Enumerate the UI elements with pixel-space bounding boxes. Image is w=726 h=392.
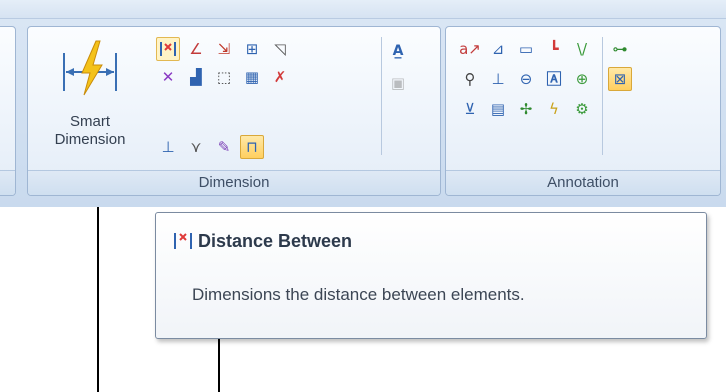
callout-button[interactable]: a↗ (458, 37, 482, 61)
ribbon-group-dimension: Smart Dimension ∠ ⇲ ⊞ ◹ ✕ ▟ ⬚ ▦ ✗ ⊥ ⋎ ✎ … (27, 26, 441, 196)
datum-target-button[interactable]: ⊖ (514, 67, 538, 91)
balloon-icon: ⊿ (491, 39, 505, 58)
baseline-dimension-button[interactable]: ⊥ (156, 135, 180, 159)
ribbon-group-previous (0, 26, 16, 196)
point-dimension-icon: ⬚ (216, 67, 232, 86)
datum-target-icon: ⊖ (519, 69, 533, 88)
chamfer-dimension-icon: ◹ (274, 39, 286, 58)
annotation-group-label: Annotation (446, 170, 720, 195)
baseline-dimension-icon: ⊥ (161, 137, 175, 156)
cutting-plane-button[interactable]: ⊠ (608, 67, 632, 91)
chain-dimension-icon: ▦ (244, 67, 260, 86)
balloon-button[interactable]: ⊿ (486, 37, 510, 61)
chain-dimension-button[interactable]: ▦ (240, 65, 264, 89)
angle-dimension-icon: ∠ (189, 39, 203, 58)
symmetric-dimension-button[interactable]: ⋎ (184, 135, 208, 159)
coordinate-dimension-button[interactable]: ⊞ (240, 37, 264, 61)
symmetric-diameter-icon: ⇲ (217, 39, 231, 58)
connector-button[interactable]: ┗ (542, 37, 566, 61)
tooltip-title: Distance Between (198, 231, 353, 251)
coordinate-dimension-icon: ⊞ (245, 39, 259, 58)
cutting-plane-icon: ⊠ (613, 69, 627, 88)
leader-button[interactable]: ✢ (514, 97, 538, 121)
surface-texture-button[interactable]: ⚲ (458, 67, 482, 91)
center-mark-button[interactable]: ⊕ (570, 67, 594, 91)
center-mark-icon: ⊕ (575, 69, 589, 88)
copy-attributes-icon: ▣ (390, 73, 406, 92)
weld-symbol-button[interactable]: ⊻ (458, 97, 482, 121)
ribbon-group-annotation: a↗ ⊿ ▭ ┗ \/ ⚲ ⊥ ⊖ 🄰 ⊕ ⊻ ▤ ✢ ϟ ⚙ ⊶ ⊠ Anno… (445, 26, 721, 196)
text-box-button[interactable]: 🄰 (542, 67, 566, 91)
point-dimension-button[interactable]: ⬚ (212, 65, 236, 89)
feature-control-frame-button[interactable]: ▭ (514, 37, 538, 61)
attach-dimension-icon: ✎ (217, 137, 231, 156)
edge-symbol-button[interactable]: ▤ (486, 97, 510, 121)
group-separator (602, 37, 603, 155)
smart-dimension-button[interactable]: Smart Dimension (30, 31, 150, 171)
attach-dimension-button[interactable]: ✎ (212, 135, 236, 159)
group-separator (381, 37, 382, 155)
leader-icon: ✢ (519, 99, 533, 118)
symmetric-diameter-button[interactable]: ⇲ (212, 37, 236, 61)
smart-dimension-label-line2: Dimension (54, 131, 126, 148)
bend-note-icon: ϟ (549, 99, 559, 118)
dimension-group-label: Dimension (28, 170, 440, 195)
connector-icon: ┗ (549, 39, 559, 58)
edge-symbol-icon: ▤ (490, 99, 506, 118)
stacked-dimension-icon: ▟ (190, 67, 202, 86)
dimension-tool-selected-icon: ⊓ (246, 137, 258, 156)
smart-dimension-label-line1: Smart (69, 113, 110, 130)
edge-condition-button[interactable]: \/ (570, 37, 594, 61)
bend-note-button[interactable]: ϟ (542, 97, 566, 121)
dimension-tool-selected-button[interactable]: ⊓ (240, 135, 264, 159)
drawing-line-left (97, 207, 99, 392)
callout-icon: a↗ (459, 39, 481, 58)
datum-frame-icon: ⊥ (491, 69, 505, 88)
ribbon-tab-strip (0, 0, 726, 19)
chamfer-dimension-button[interactable]: ◹ (268, 37, 292, 61)
weld-symbol-icon: ⊻ (464, 99, 476, 118)
angular-coordinate-icon: ✕ (161, 67, 175, 86)
datum-frame-button[interactable]: ⊥ (486, 67, 510, 91)
stacked-dimension-button[interactable]: ▟ (184, 65, 208, 89)
ribbon: Smart Dimension ∠ ⇲ ⊞ ◹ ✕ ▟ ⬚ ▦ ✗ ⊥ ⋎ ✎ … (0, 0, 726, 207)
angular-coordinate-button[interactable]: ✕ (156, 65, 180, 89)
distance-between-button[interactable] (156, 37, 180, 61)
copy-attributes-button[interactable]: ▣ (386, 71, 410, 95)
symmetric-dimension-icon: ⋎ (190, 137, 202, 156)
edge-condition-icon: \/ (576, 39, 588, 58)
feature-control-frame-icon: ▭ (518, 39, 534, 58)
surface-texture-icon: ⚲ (464, 69, 476, 88)
text-box-icon: 🄰 (546, 69, 562, 88)
text-style-icon: A̲ (392, 43, 404, 59)
hole-table-icon: ⊶ (612, 39, 628, 58)
bolt-circle-button[interactable]: ⚙ (570, 97, 594, 121)
auto-dimension-button[interactable]: ✗ (268, 65, 292, 89)
text-style-button[interactable]: A̲ (386, 39, 410, 63)
tooltip-description: Dimensions the distance between elements… (192, 285, 525, 304)
auto-dimension-icon: ✗ (273, 67, 287, 86)
hole-table-button[interactable]: ⊶ (608, 37, 632, 61)
distance-between-icon (160, 42, 176, 56)
bolt-circle-icon: ⚙ (575, 99, 589, 118)
tooltip: Distance Between Dimensions the distance… (155, 212, 707, 339)
angle-dimension-button[interactable]: ∠ (184, 37, 208, 61)
distance-between-icon (174, 233, 192, 249)
smart-dimension-icon (63, 40, 117, 96)
